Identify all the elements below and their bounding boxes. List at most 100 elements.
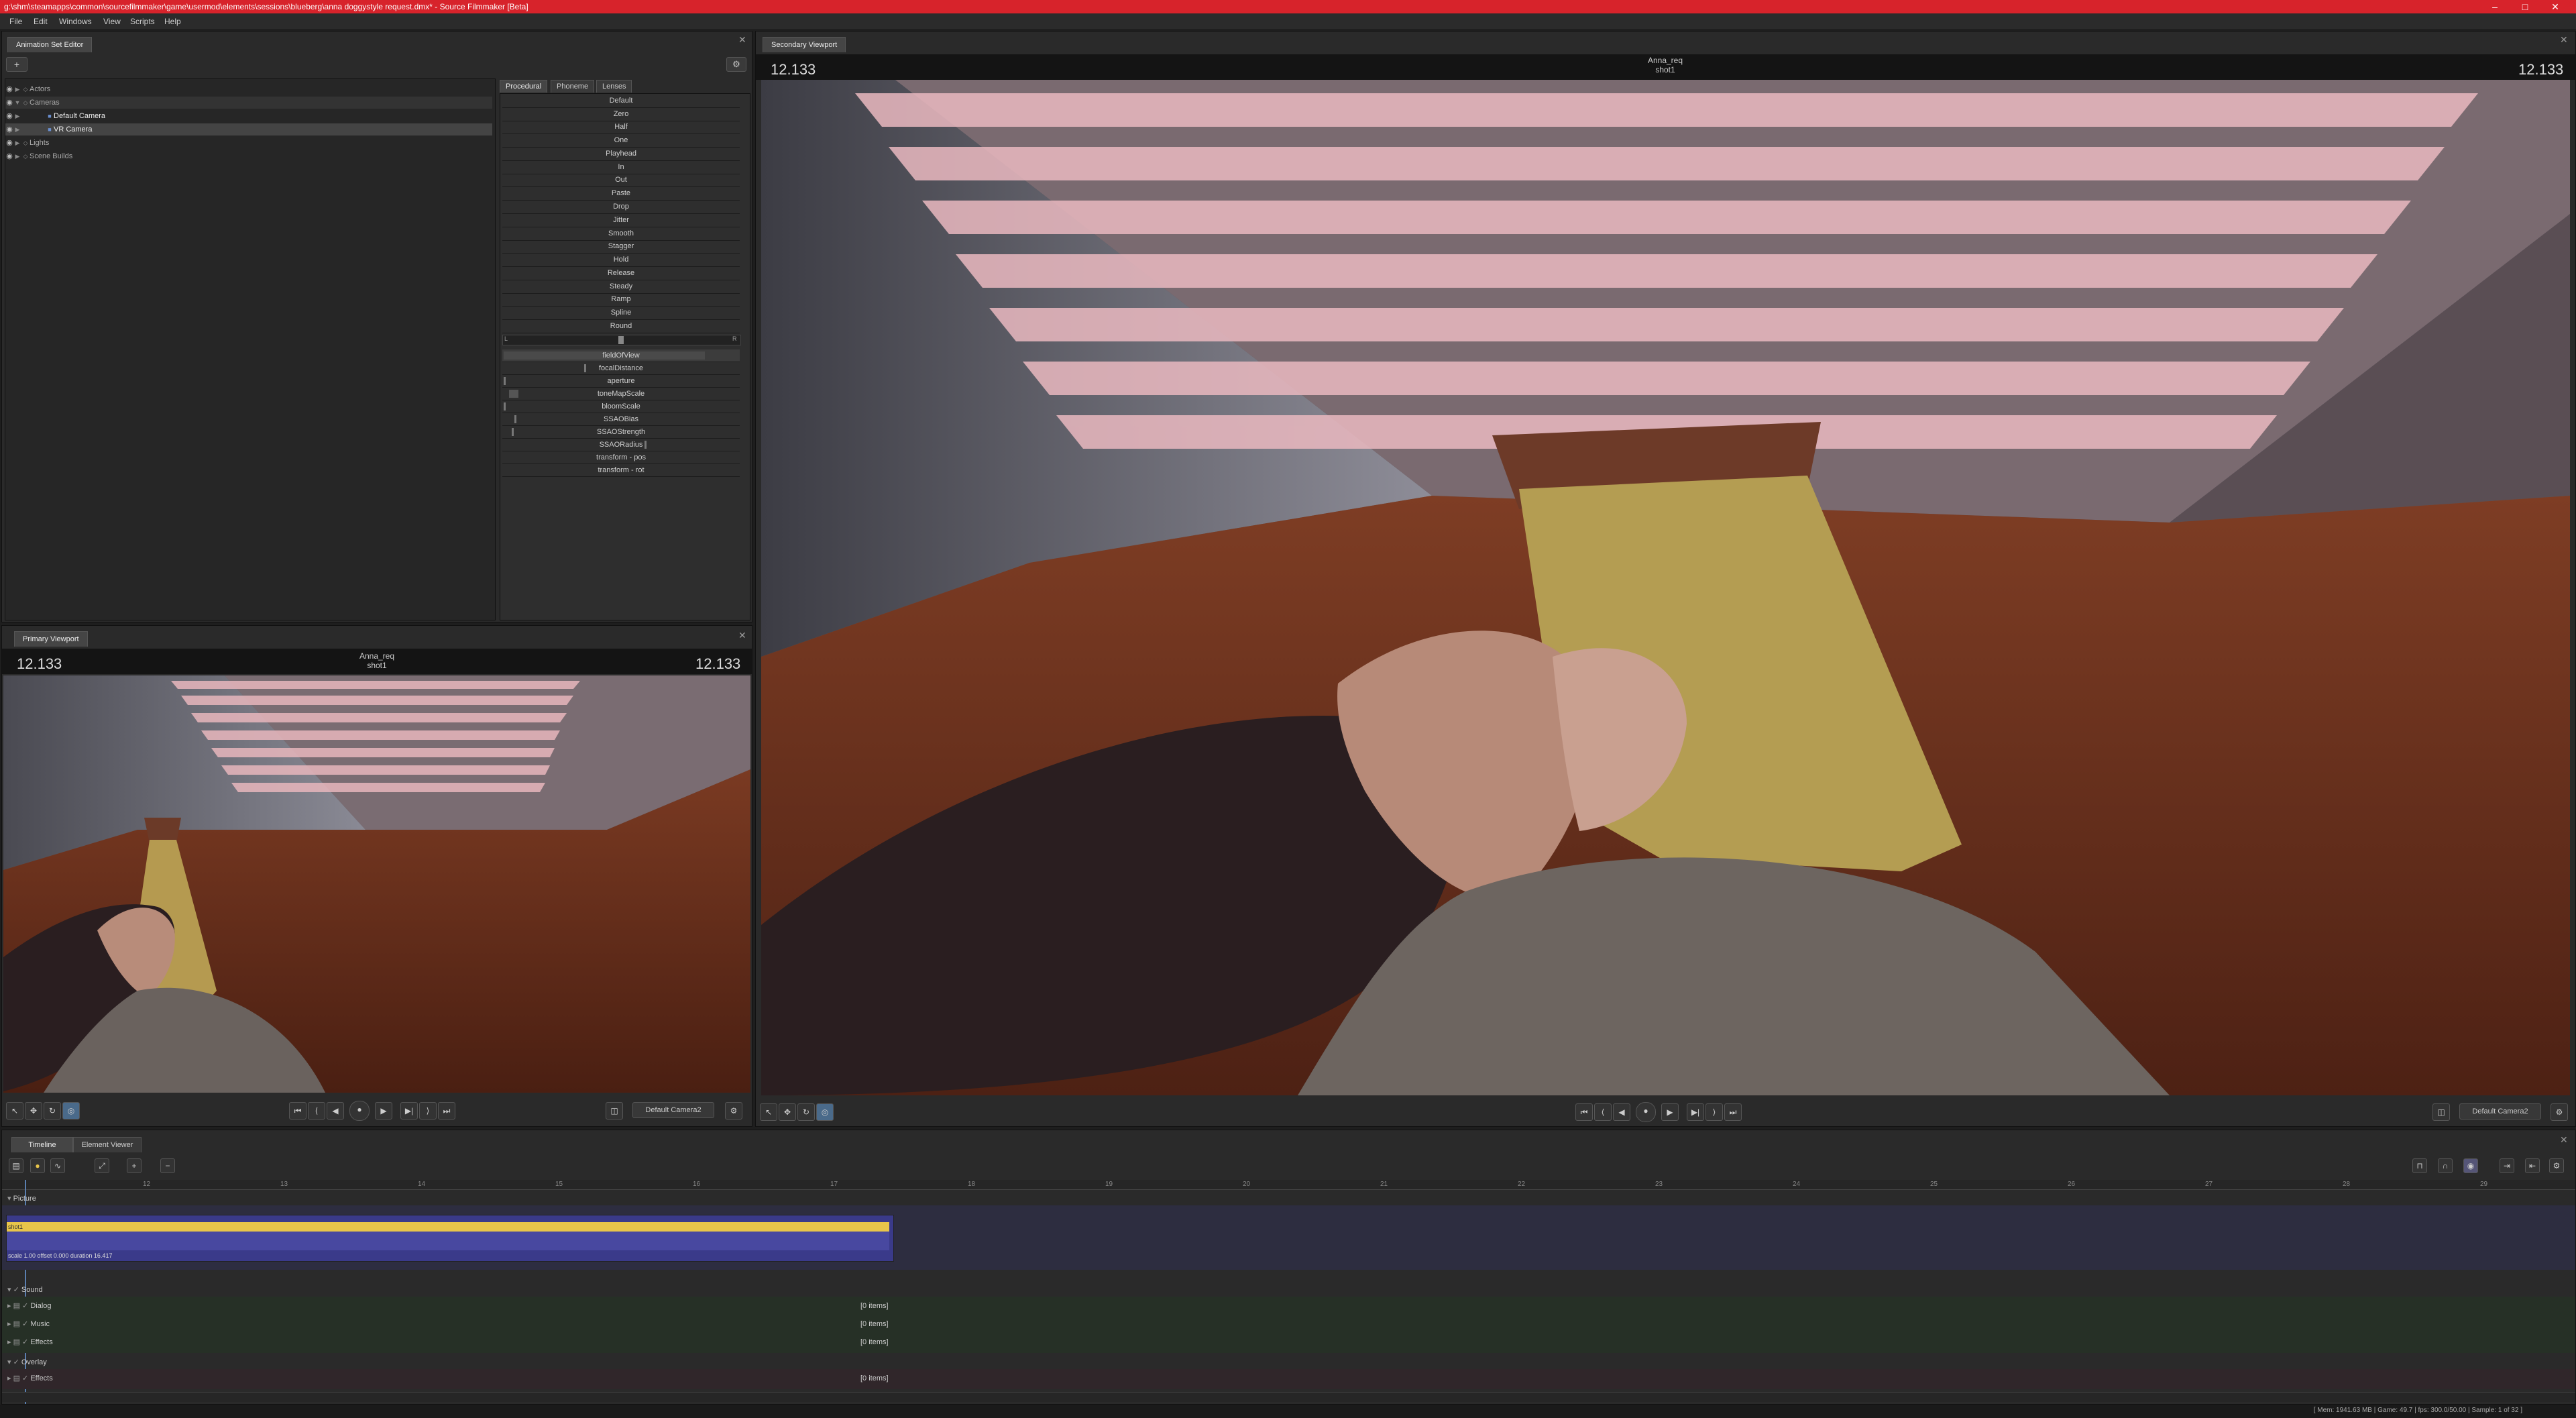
expand-arrow-icon[interactable]: ▼ bbox=[13, 97, 21, 109]
graph-editor-icon[interactable]: ∿ bbox=[50, 1158, 65, 1173]
camera-tool-icon[interactable]: ◎ bbox=[816, 1103, 834, 1121]
screenshot-icon[interactable]: ◫ bbox=[606, 1102, 623, 1120]
rewind-start-icon[interactable]: ⏮ bbox=[1575, 1103, 1593, 1121]
time-ruler-bottom[interactable] bbox=[2, 1392, 2575, 1402]
track-group-overlay[interactable]: ▾ ✓ Overlay bbox=[7, 1356, 47, 1369]
expand-arrow-icon[interactable]: ▶ bbox=[13, 123, 21, 135]
rotate-tool-icon[interactable]: ↻ bbox=[797, 1103, 815, 1121]
menu-edit[interactable]: Edit bbox=[34, 13, 48, 30]
time-ruler[interactable]: 12 13 14 15 16 17 18 19 20 21 22 23 24 2… bbox=[2, 1180, 2575, 1190]
eye-icon[interactable]: ◉ bbox=[5, 83, 13, 95]
select-tool-icon[interactable]: ↖ bbox=[760, 1103, 777, 1121]
move-tool-icon[interactable]: ✥ bbox=[25, 1102, 42, 1120]
loop-icon[interactable]: ◉ bbox=[2463, 1158, 2478, 1173]
control-focaldistance[interactable]: focalDistance bbox=[502, 362, 740, 375]
menu-help[interactable]: Help bbox=[164, 13, 181, 30]
gear-icon[interactable]: ⚙ bbox=[725, 1102, 742, 1120]
close-icon[interactable]: ✕ bbox=[2545, 0, 2565, 13]
tree-item-cameras[interactable]: ◉ ▼ ◇ Cameras bbox=[5, 97, 492, 109]
minimize-icon[interactable]: – bbox=[2485, 0, 2505, 13]
procedural-out[interactable]: Out bbox=[502, 174, 740, 187]
control-transform-rot[interactable]: transform - rot bbox=[502, 464, 740, 477]
gear-icon[interactable]: ⚙ bbox=[2549, 1158, 2564, 1173]
control-aperture[interactable]: aperture bbox=[502, 375, 740, 388]
procedural-release[interactable]: Release bbox=[502, 267, 740, 280]
step-back-icon[interactable]: ◀ bbox=[327, 1102, 344, 1120]
play-icon[interactable]: ▶ bbox=[375, 1102, 392, 1120]
close-icon[interactable]: ✕ bbox=[738, 630, 746, 641]
control-ssaoradius[interactable]: SSAORadius bbox=[502, 439, 740, 451]
move-tool-icon[interactable]: ✥ bbox=[779, 1103, 796, 1121]
procedural-paste[interactable]: Paste bbox=[502, 187, 740, 201]
tree-item-default-camera[interactable]: ◉ ▶ ■ Default Camera bbox=[5, 110, 492, 122]
motion-editor-icon[interactable]: ● bbox=[30, 1158, 45, 1173]
track-overlay-effects[interactable]: ▸ ▤ ✓ Effects bbox=[7, 1370, 53, 1386]
procedural-in[interactable]: In bbox=[502, 161, 740, 174]
tab-animation-set-editor[interactable]: Animation Set Editor bbox=[7, 37, 93, 52]
control-bloomscale[interactable]: bloomScale bbox=[502, 400, 740, 413]
fast-forward-end-icon[interactable]: ⏭ bbox=[1724, 1103, 1742, 1121]
track-music[interactable]: ▸ ▤ ✓ Music bbox=[7, 1316, 50, 1332]
record-icon[interactable]: ● bbox=[349, 1101, 370, 1121]
menu-scripts[interactable]: Scripts bbox=[130, 13, 155, 30]
camera-select-button[interactable]: Default Camera2 bbox=[632, 1102, 714, 1118]
procedural-spline[interactable]: Spline bbox=[502, 307, 740, 320]
fast-forward-end-icon[interactable]: ⏭ bbox=[438, 1102, 455, 1120]
procedural-half[interactable]: Half bbox=[502, 121, 740, 134]
procedural-jitter[interactable]: Jitter bbox=[502, 214, 740, 227]
camera-tool-icon[interactable]: ◎ bbox=[62, 1102, 80, 1120]
close-icon[interactable]: ✕ bbox=[2560, 1134, 2568, 1146]
procedural-ramp[interactable]: Ramp bbox=[502, 293, 740, 307]
prev-key-icon[interactable]: ⟨ bbox=[1594, 1103, 1612, 1121]
tab-primary-viewport[interactable]: Primary Viewport bbox=[14, 631, 88, 647]
frame-all-icon[interactable]: ⇥ bbox=[2500, 1158, 2514, 1173]
menu-view[interactable]: View bbox=[103, 13, 121, 30]
select-tool-icon[interactable]: ↖ bbox=[6, 1102, 23, 1120]
gear-icon[interactable]: ⚙ bbox=[2551, 1103, 2568, 1121]
procedural-one[interactable]: One bbox=[502, 134, 740, 148]
primary-viewport-render[interactable] bbox=[3, 675, 750, 1093]
eye-icon[interactable]: ◉ bbox=[5, 123, 13, 135]
close-icon[interactable]: ✕ bbox=[2560, 34, 2568, 46]
expand-arrow-icon[interactable]: ▶ bbox=[13, 150, 21, 162]
play-icon[interactable]: ▶ bbox=[1661, 1103, 1679, 1121]
control-ssaostrength[interactable]: SSAOStrength bbox=[502, 426, 740, 439]
frame-selection-icon[interactable]: ⇤ bbox=[2525, 1158, 2540, 1173]
rewind-start-icon[interactable]: ⏮ bbox=[289, 1102, 306, 1120]
tab-element-viewer[interactable]: Element Viewer bbox=[73, 1137, 142, 1152]
tree-item-actors[interactable]: ◉ ▶ ◇ Actors bbox=[5, 83, 492, 95]
clip-editor-icon[interactable]: ▤ bbox=[9, 1158, 23, 1173]
eye-icon[interactable]: ◉ bbox=[5, 97, 13, 109]
next-key-icon[interactable]: ⟩ bbox=[1705, 1103, 1723, 1121]
track-group-sound[interactable]: ▾ ✓ Sound bbox=[7, 1283, 43, 1297]
tab-timeline[interactable]: Timeline bbox=[11, 1137, 73, 1152]
tab-phoneme[interactable]: Phoneme bbox=[551, 80, 595, 93]
magnet-icon[interactable]: ⊓ bbox=[2412, 1158, 2427, 1173]
remove-clip-icon[interactable]: − bbox=[160, 1158, 175, 1173]
lock-icon[interactable]: ∩ bbox=[2438, 1158, 2453, 1173]
control-tonemapscale[interactable]: toneMapScale bbox=[502, 388, 740, 400]
control-fieldofview[interactable]: fieldOfView bbox=[502, 349, 740, 362]
procedural-smooth[interactable]: Smooth bbox=[502, 227, 740, 241]
track-dialog[interactable]: ▸ ▤ ✓ Dialog bbox=[7, 1298, 52, 1314]
step-back-icon[interactable]: ◀ bbox=[1613, 1103, 1630, 1121]
eye-icon[interactable]: ◉ bbox=[5, 110, 13, 122]
balance-slider[interactable]: L R bbox=[502, 335, 741, 345]
track-effects[interactable]: ▸ ▤ ✓ Effects bbox=[7, 1334, 53, 1350]
screenshot-icon[interactable]: ◫ bbox=[2432, 1103, 2450, 1121]
control-ssaobias[interactable]: SSAOBias bbox=[502, 413, 740, 426]
procedural-default[interactable]: Default bbox=[502, 95, 740, 108]
procedural-hold[interactable]: Hold bbox=[502, 254, 740, 267]
step-forward-icon[interactable]: ▶| bbox=[400, 1102, 418, 1120]
eye-icon[interactable]: ◉ bbox=[5, 150, 13, 162]
tab-procedural[interactable]: Procedural bbox=[500, 80, 548, 93]
procedural-zero[interactable]: Zero bbox=[502, 108, 740, 121]
next-key-icon[interactable]: ⟩ bbox=[419, 1102, 437, 1120]
tree-item-vr-camera[interactable]: ◉ ▶ ■ VR Camera bbox=[5, 123, 492, 135]
tab-secondary-viewport[interactable]: Secondary Viewport bbox=[763, 37, 846, 52]
maximize-icon[interactable]: □ bbox=[2515, 0, 2535, 13]
close-icon[interactable]: ✕ bbox=[738, 34, 746, 46]
eye-icon[interactable]: ◉ bbox=[5, 137, 13, 149]
expand-arrow-icon[interactable]: ▶ bbox=[13, 110, 21, 122]
gear-icon[interactable]: ⚙ bbox=[726, 57, 746, 72]
